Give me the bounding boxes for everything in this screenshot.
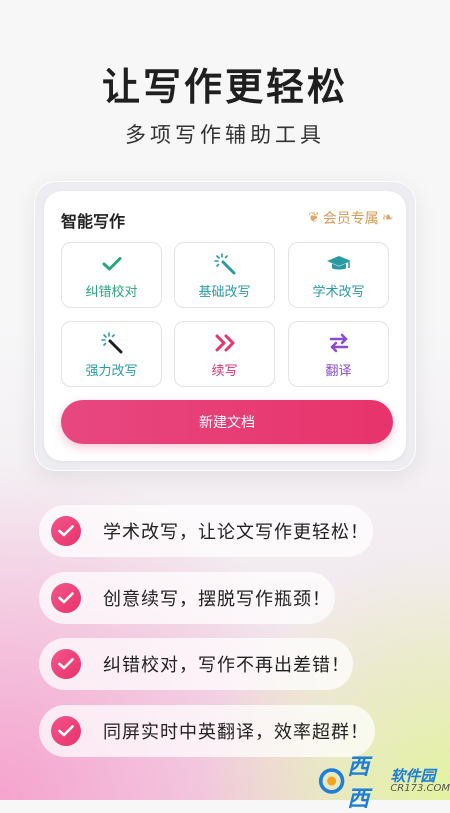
feature-item: 学术改写，让论文写作更轻松！ bbox=[39, 505, 373, 557]
check-circle-icon bbox=[51, 716, 81, 746]
watermark-cn: 西西 bbox=[347, 755, 370, 812]
magic-wand-icon bbox=[100, 330, 123, 356]
tool-label: 纠错校对 bbox=[85, 284, 138, 300]
watermark-cn2: 软件园 bbox=[390, 766, 436, 785]
magic-wand-icon bbox=[213, 251, 236, 277]
check-circle-icon bbox=[51, 516, 81, 546]
tool-label: 学术改写 bbox=[312, 284, 365, 300]
watermark-en: CR173.COM bbox=[390, 782, 450, 794]
feature-text: 学术改写，让论文写作更轻松！ bbox=[103, 522, 369, 543]
feature-text: 纠错校对，写作不再出差错！ bbox=[103, 655, 350, 676]
double-chevron-right-icon bbox=[214, 330, 236, 356]
tool-label: 强力改写 bbox=[85, 363, 138, 379]
check-circle-icon bbox=[51, 649, 81, 679]
tool-label: 续写 bbox=[211, 363, 238, 379]
tool-basic-rewrite[interactable]: 基础改写 bbox=[174, 242, 275, 308]
tool-translate[interactable]: 翻译 bbox=[288, 321, 389, 387]
feature-item: 创意续写，摆脱写作瓶颈！ bbox=[39, 572, 335, 624]
tool-label: 翻译 bbox=[325, 363, 352, 379]
tool-continue-writing[interactable]: 续写 bbox=[174, 321, 275, 387]
feature-text: 创意续写，摆脱写作瓶颈！ bbox=[103, 589, 331, 610]
laurel-right-icon: ❧ bbox=[381, 210, 394, 226]
new-document-button[interactable]: 新建文档 bbox=[61, 400, 393, 444]
feature-text: 同屏实时中英翻译，效率超群！ bbox=[103, 722, 369, 743]
tool-proofread[interactable]: 纠错校对 bbox=[61, 242, 162, 308]
swap-arrows-icon bbox=[328, 330, 350, 356]
vip-badge-label: 会员专属 bbox=[322, 211, 379, 227]
feature-item: 纠错校对，写作不再出差错！ bbox=[39, 638, 353, 690]
headline: 让写作更轻松 bbox=[101, 65, 348, 109]
watermark-swirl-icon bbox=[318, 768, 345, 794]
watermark-logo: 西西 软件园 CR173.COM bbox=[318, 749, 450, 813]
watermark-stack: 软件园 CR173.COM bbox=[390, 766, 450, 794]
check-circle-icon bbox=[51, 583, 81, 613]
laurel-left-icon: ❦ bbox=[308, 210, 320, 226]
graduation-cap-icon bbox=[326, 251, 352, 277]
checkmark-icon bbox=[102, 251, 122, 277]
tool-label: 基础改写 bbox=[198, 284, 251, 300]
vip-badge: ❦ 会员专属 ❧ bbox=[305, 206, 396, 230]
card-title: 智能写作 bbox=[61, 212, 126, 231]
subheadline: 多项写作辅助工具 bbox=[125, 123, 325, 147]
tool-academic-rewrite[interactable]: 学术改写 bbox=[288, 242, 389, 308]
tool-strong-rewrite[interactable]: 强力改写 bbox=[61, 321, 162, 387]
